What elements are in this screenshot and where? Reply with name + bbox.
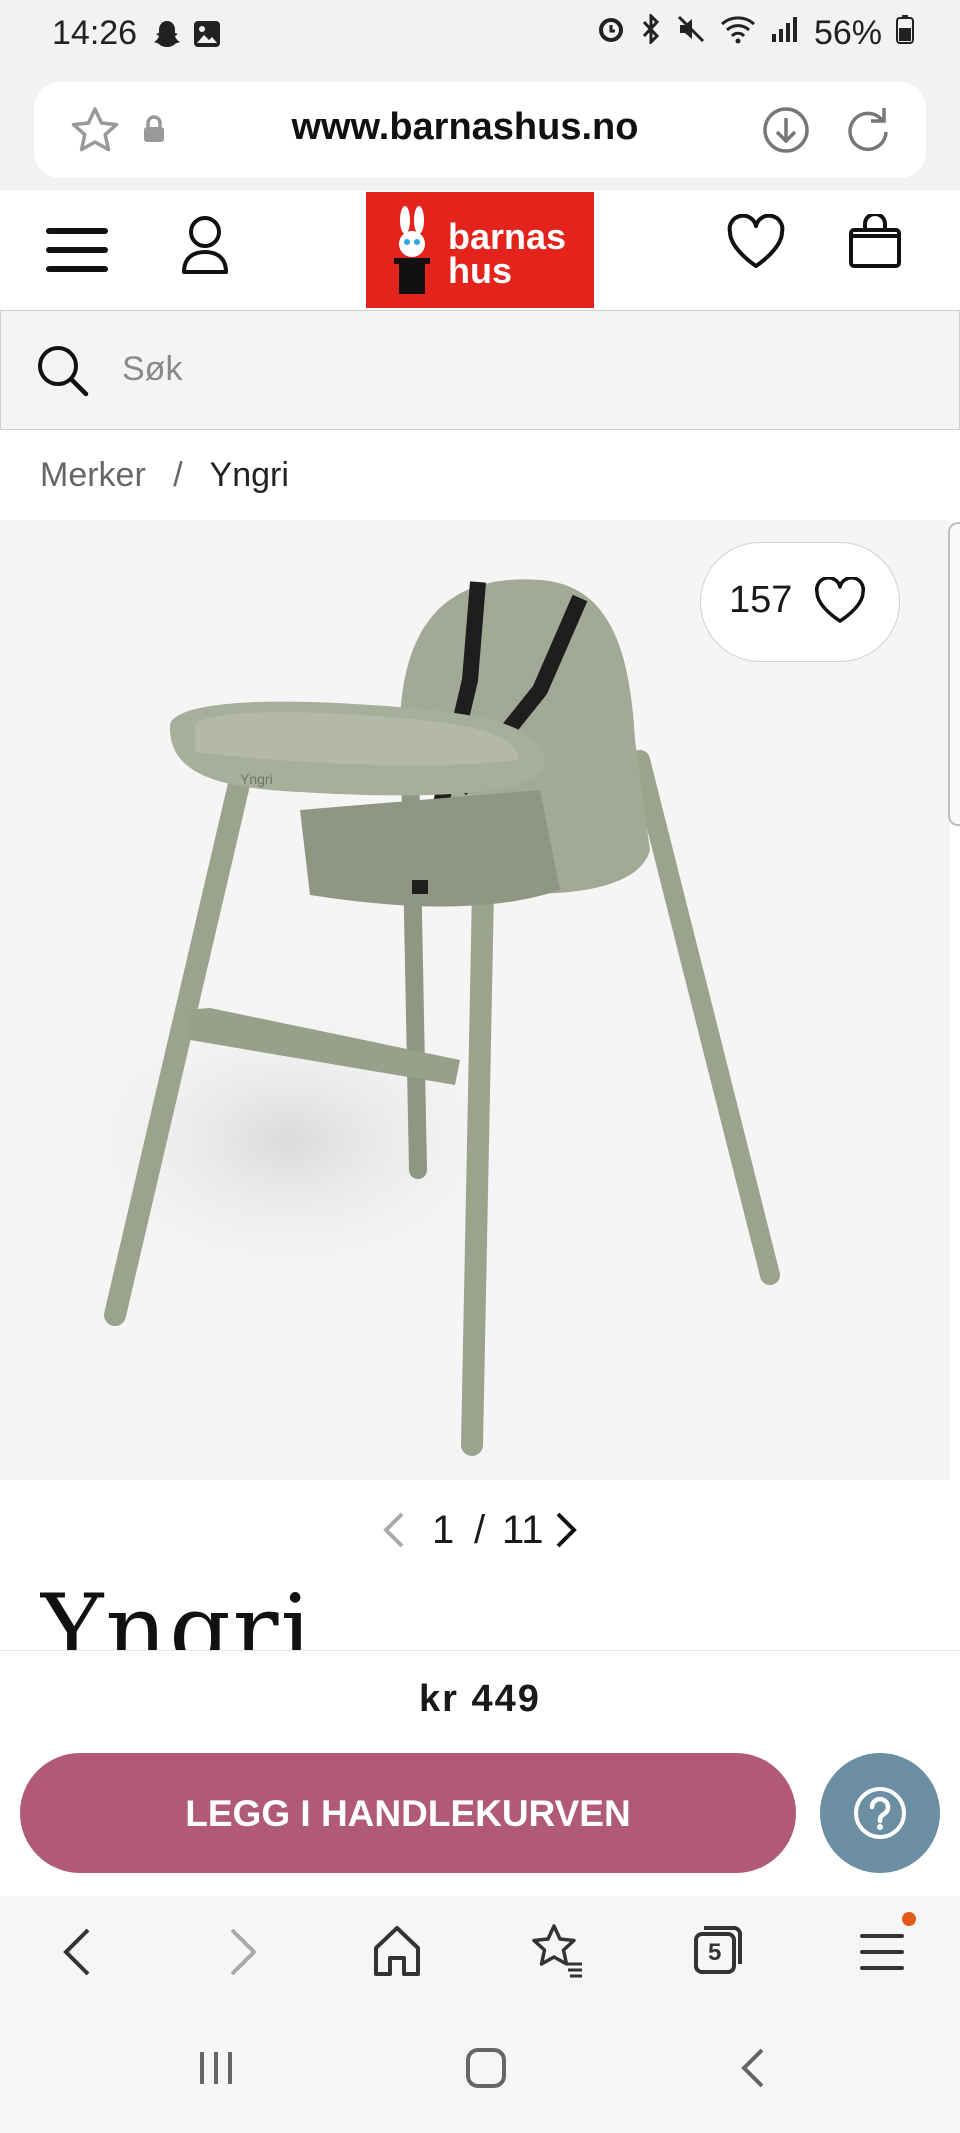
search-icon[interactable] (36, 344, 90, 403)
bluetooth-icon (640, 12, 662, 53)
wifi-icon (720, 14, 756, 53)
bookmarks-icon[interactable] (530, 1922, 586, 1983)
product-price: kr 449 (419, 1678, 541, 1720)
add-to-cart-button[interactable]: LEGG I HANDLEKURVEN (20, 1753, 796, 1873)
prev-image-icon[interactable] (380, 1510, 408, 1560)
gallery-icon (193, 20, 221, 53)
likes-count: 157 (729, 579, 793, 621)
breadcrumb-link-brands[interactable]: Merker (40, 456, 146, 494)
heart-icon (813, 576, 867, 630)
breadcrumb: Merker / Yngri (40, 456, 289, 495)
status-time: 14:26 (52, 14, 138, 52)
system-nav-bar (0, 2006, 960, 2133)
status-bar: 14:26 56% (0, 0, 960, 72)
browser-nav-bar: 5 (0, 1896, 960, 2006)
search-input[interactable]: Søk (122, 350, 182, 389)
help-button[interactable] (820, 1753, 940, 1873)
hamburger-menu-icon[interactable] (44, 224, 110, 281)
pager-current: 1 (432, 1508, 455, 1552)
status-icons: 56% (596, 12, 914, 53)
site-logo[interactable]: barnas hus (366, 192, 594, 308)
back-icon[interactable] (60, 1926, 94, 1983)
logo-text-line2: hus (448, 250, 513, 291)
wishlist-heart-icon[interactable] (726, 213, 786, 275)
reload-icon[interactable] (842, 104, 894, 161)
next-image-icon[interactable] (552, 1510, 580, 1560)
signal-icon (770, 14, 800, 53)
brand-logo[interactable]: Yngri (40, 1582, 340, 1650)
product-image[interactable]: Yngri (0, 520, 950, 1480)
forward-icon[interactable] (226, 1926, 260, 1983)
tabs-count: 5 (708, 1939, 722, 1966)
mute-icon (676, 14, 706, 53)
system-back-icon[interactable] (738, 2046, 768, 2095)
chair-brand-stamp: Yngri (240, 771, 273, 787)
rabbit-logo-icon (394, 206, 430, 294)
menu-icon[interactable] (858, 1930, 906, 1979)
notification-dot (902, 1912, 916, 1926)
pager-separator: / (474, 1508, 486, 1552)
battery-percent: 56% (813, 14, 882, 52)
brand-name: Yngri (40, 1582, 314, 1650)
pager-total: 11 (502, 1508, 544, 1552)
image-pager: 1 / 11 (0, 1500, 960, 1560)
account-icon[interactable] (180, 214, 230, 281)
logo-text-line1: barnas (448, 216, 567, 257)
question-icon (854, 1787, 906, 1839)
home-button-icon[interactable] (464, 2046, 508, 2095)
high-chair-image: Yngri (40, 579, 780, 1456)
url-bar[interactable]: www.barnashus.no (34, 82, 926, 178)
image-scroll-indicator (948, 522, 960, 826)
download-icon[interactable] (760, 104, 812, 161)
battery-icon (896, 14, 914, 53)
breadcrumb-current: Yngri (209, 456, 289, 494)
snapchat-icon (152, 18, 182, 55)
shopping-bag-icon[interactable] (848, 212, 902, 275)
recent-apps-icon[interactable] (196, 2048, 236, 2093)
breadcrumb-separator: / (173, 456, 183, 494)
likes-button[interactable]: 157 (700, 542, 900, 662)
home-icon[interactable] (372, 1924, 422, 1983)
alarm-icon (596, 14, 626, 53)
